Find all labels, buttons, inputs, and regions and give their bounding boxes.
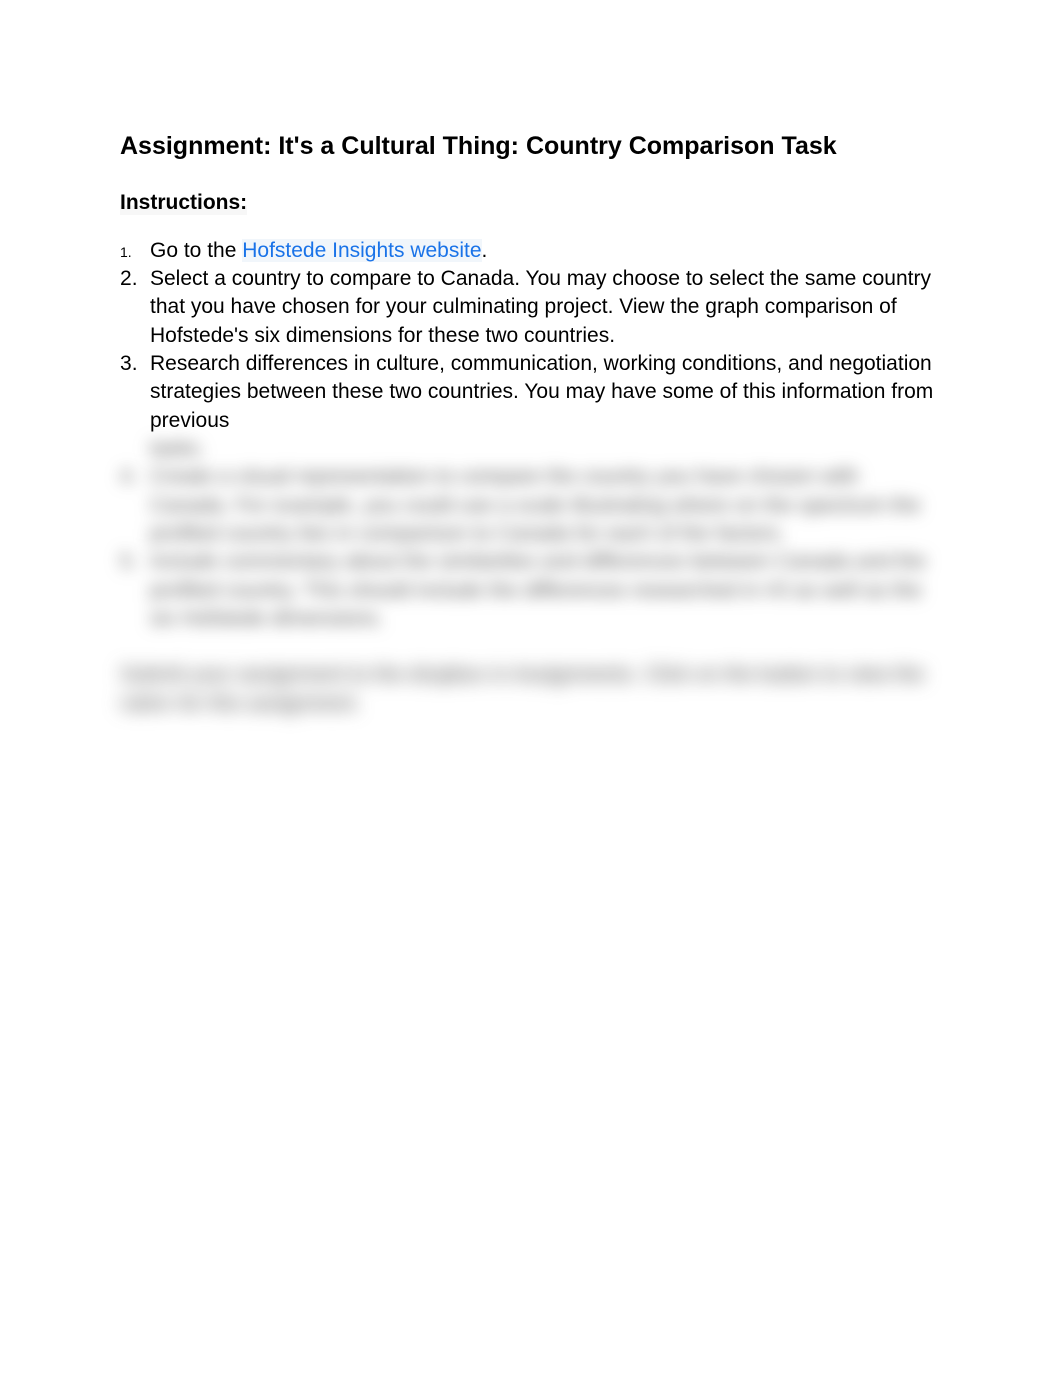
- item3-blurred: tasks.: [150, 435, 942, 463]
- assignment-title: Assignment: It's a Cultural Thing: Count…: [120, 130, 942, 163]
- list-item-3: Research differences in culture, communi…: [120, 350, 942, 463]
- item3-text: Research differences in culture, communi…: [150, 352, 933, 432]
- list-item-1: Go to the Hofstede Insights website.: [120, 237, 942, 265]
- footer-blurred: Submit your assignment to the dropbox in…: [120, 661, 942, 718]
- list-item-4-blurred: Create a visual representation to compar…: [120, 463, 942, 548]
- instructions-list: Go to the Hofstede Insights website. Sel…: [120, 237, 942, 634]
- item1-prefix: Go to the: [150, 239, 242, 262]
- item1-suffix: .: [482, 239, 488, 262]
- hofstede-link[interactable]: Hofstede Insights website: [242, 239, 481, 262]
- list-item-5-blurred: Include commentary about the similaritie…: [120, 548, 942, 633]
- instructions-heading: Instructions:: [120, 191, 247, 215]
- list-item-2: Select a country to compare to Canada. Y…: [120, 265, 942, 350]
